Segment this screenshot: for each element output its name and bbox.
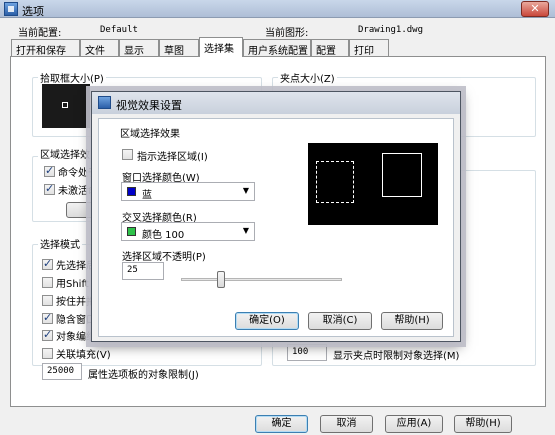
chevron-down-icon: ▼ [242,226,249,235]
object-limit-label: 属性选项板的对象限制(J) [88,370,199,381]
pickbox-title: 拾取框大小(P) [38,70,106,85]
dialog-body: 区域选择效果 指示选择区域(I) 窗口选择颜色(W) 蓝 ▼ 交叉选择颜色(R)… [98,118,454,337]
dialog-ok-button[interactable]: 确定(O) [235,312,299,330]
options-titlebar: 选项 ✕ [0,0,555,18]
selection-preview [308,143,438,225]
object-limit-input[interactable]: 25000 [42,363,82,380]
tab-selection[interactable]: 选择集 [199,37,243,57]
tab-drafting[interactable]: 草图 [159,39,199,57]
visual-effects-dialog: 视觉效果设置 区域选择效果 指示选择区域(I) 窗口选择颜色(W) 蓝 ▼ 交叉… [91,91,461,342]
grip-size-title: 夹点大小(Z) [278,70,337,85]
pickbox-square-icon [62,102,68,108]
noun-verb-label: 先选择后 [56,261,96,272]
shift-add-label: 用Shift [56,279,89,290]
object-group-checkbox[interactable] [42,328,53,341]
window-selection-preview-box [316,161,354,203]
ok-button[interactable]: 确定 [255,415,308,433]
no-command-checkbox[interactable] [44,182,55,195]
tab-profiles[interactable]: 配置 [311,39,349,57]
close-button[interactable]: ✕ [521,1,549,17]
chevron-down-icon: ▼ [242,186,249,195]
apply-button[interactable]: 应用(A) [385,415,443,433]
grip-limit-label: 显示夹点时限制对象选择(M) [333,351,460,362]
opacity-input[interactable]: 25 [122,262,164,280]
command-active-checkbox[interactable] [44,164,55,177]
dialog-icon [98,96,111,109]
tab-user-preferences[interactable]: 用户系统配置 [243,39,311,57]
indicate-area-label: 指示选择区域(I) [137,152,208,163]
dialog-cancel-button[interactable]: 取消(C) [308,312,372,330]
tab-open-save[interactable]: 打开和保存 [11,39,80,57]
associative-hatch-label: 关联填充(V) [56,350,111,361]
shift-add-checkbox[interactable] [42,277,53,288]
opacity-label: 选择区域不透明(P) [122,252,206,263]
press-drag-checkbox[interactable] [42,295,53,306]
pickbox-preview [42,84,90,128]
associative-hatch-checkbox[interactable] [42,348,53,359]
dialog-titlebar: 视觉效果设置 [92,92,460,114]
press-drag-label: 按住并拖 [56,297,96,308]
dialog-title: 视觉效果设置 [116,99,182,112]
crossing-selection-preview-box [382,153,422,197]
object-group-label: 对象编组 [56,332,96,343]
current-profile-value: Default [100,25,138,35]
selection-modes-title: 选择模式 [38,236,82,251]
dialog-help-button[interactable]: 帮助(H) [381,312,443,330]
crossing-color-select[interactable]: 颜色 100 ▼ [121,222,255,241]
opacity-slider-track[interactable] [181,278,342,281]
crossing-color-value: 颜色 100 [142,230,185,241]
cancel-button[interactable]: 取消 [320,415,373,433]
window-color-swatch [127,187,136,196]
selection-preview-title: 区域选择效 [38,146,92,161]
window-title: 选项 [22,5,44,18]
tab-plot[interactable]: 打印 [349,39,389,57]
noun-verb-checkbox[interactable] [42,257,53,270]
current-drawing-label: 当前图形: [265,28,309,39]
crossing-color-swatch [127,227,136,236]
window-color-select[interactable]: 蓝 ▼ [121,182,255,201]
help-button[interactable]: 帮助(H) [454,415,512,433]
implied-window-label: 隐含窗口 [56,315,96,326]
current-profile-label: 当前配置: [18,28,62,39]
indicate-area-checkbox[interactable] [122,149,133,160]
opacity-slider-thumb[interactable] [217,271,226,288]
grip-limit-input[interactable]: 100 [287,344,327,361]
app-icon [4,2,18,16]
tab-display[interactable]: 显示 [119,39,159,57]
area-effect-group-title: 区域选择效果 [120,129,180,140]
current-drawing-value: Drawing1.dwg [358,25,424,35]
window-color-value: 蓝 [142,190,152,201]
implied-window-checkbox[interactable] [42,311,53,324]
tab-files[interactable]: 文件 [80,39,119,57]
